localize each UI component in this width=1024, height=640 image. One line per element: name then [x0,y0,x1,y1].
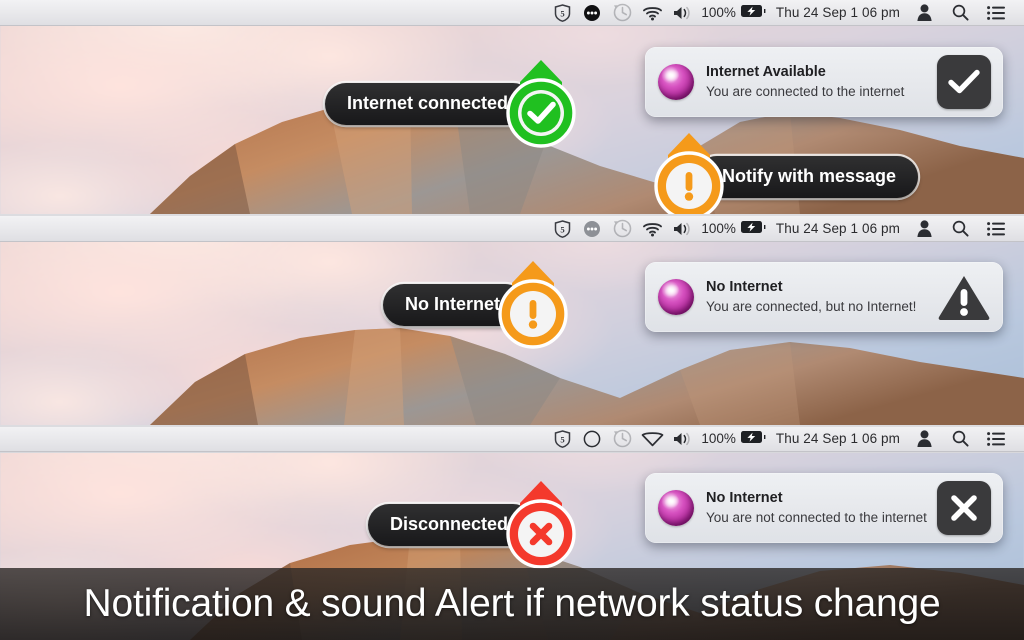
callout-label: Internet connected [325,83,535,125]
battery-percent-label: 100% [701,221,736,236]
user-icon[interactable] [906,216,942,242]
check-badge-icon [504,58,578,150]
battery-status[interactable]: 100% [697,220,770,237]
menubar-row-connected[interactable]: 5 100% Thu 24 Sep 1 06 pm [0,0,1024,26]
time-machine-icon[interactable] [607,216,637,242]
notification-body: You are connected, but no Internet! [706,299,917,315]
notification-title: No Internet [706,278,783,295]
svg-text:5: 5 [560,434,564,444]
notification-title: Internet Available [706,63,826,80]
callout-notify-with-message[interactable]: Notify with message [652,131,919,223]
app-status-icon[interactable] [577,0,607,26]
spotlight-search-icon[interactable] [942,0,978,26]
checkmark-icon[interactable] [937,55,991,109]
callout-disconnected[interactable]: Disconnected [368,479,578,571]
svg-text:5: 5 [560,8,564,18]
spotlight-search-icon[interactable] [942,426,978,452]
menubar-row-no-internet[interactable]: 5 100% Thu 24 Sep 1 06 pm [0,216,1024,242]
notification-body: You are connected to the internet [706,84,905,100]
notification-no-internet-partial[interactable]: No Internet You are connected, but no In… [645,262,1003,332]
x-mark-icon[interactable] [937,481,991,535]
spotlight-search-icon[interactable] [942,216,978,242]
network-globe-icon [658,64,694,100]
menubar-row-disconnected[interactable]: 5 100% Thu 24 Sep 1 06 pm [0,426,1024,452]
notification-title: No Internet [706,489,783,506]
notification-center-icon[interactable] [978,216,1014,242]
wifi-icon[interactable] [637,426,667,452]
exclamation-badge-icon [652,131,726,223]
network-globe-icon [658,490,694,526]
exclamation-badge-icon [496,259,570,351]
app-status-icon[interactable] [577,216,607,242]
battery-charging-icon [740,220,766,237]
callout-no-internet[interactable]: No Internet [383,259,570,351]
menubar-clock[interactable]: Thu 24 Sep 1 06 pm [770,216,906,242]
volume-icon[interactable] [667,216,697,242]
row-divider-1 [0,214,1024,216]
app-status-icon[interactable] [577,426,607,452]
screenshot-root: 5 100% Thu 24 Sep 1 06 pm Internet Avail… [0,0,1024,640]
user-icon[interactable] [906,0,942,26]
shield-5-icon[interactable]: 5 [547,426,577,452]
svg-text:5: 5 [560,224,564,234]
cross-badge-icon [504,479,578,571]
notification-center-icon[interactable] [978,0,1014,26]
volume-icon[interactable] [667,426,697,452]
wifi-icon[interactable] [637,216,667,242]
wifi-icon[interactable] [637,0,667,26]
shield-5-icon[interactable]: 5 [547,216,577,242]
caption-text: Notification & sound Alert if network st… [83,582,941,625]
time-machine-icon[interactable] [607,426,637,452]
callout-label: Notify with message [696,156,919,198]
menubar-clock[interactable]: Thu 24 Sep 1 06 pm [770,426,906,452]
warning-triangle-icon[interactable] [937,270,991,324]
battery-percent-label: 100% [701,431,736,446]
volume-icon[interactable] [667,0,697,26]
callout-internet-connected[interactable]: Internet connected [325,58,578,150]
notification-body: You are not connected to the internet [706,510,927,526]
battery-charging-icon [740,430,766,447]
caption-banner: Notification & sound Alert if network st… [0,568,1024,640]
battery-charging-icon [740,4,766,21]
battery-status[interactable]: 100% [697,430,770,447]
notification-not-connected[interactable]: No Internet You are not connected to the… [645,473,1003,543]
menubar-clock[interactable]: Thu 24 Sep 1 06 pm [770,0,906,26]
shield-5-icon[interactable]: 5 [547,0,577,26]
notification-center-icon[interactable] [978,426,1014,452]
user-icon[interactable] [906,426,942,452]
row-divider-2 [0,425,1024,427]
network-globe-icon [658,279,694,315]
time-machine-icon[interactable] [607,0,637,26]
battery-status[interactable]: 100% [697,4,770,21]
notification-internet-available[interactable]: Internet Available You are connected to … [645,47,1003,117]
battery-percent-label: 100% [701,5,736,20]
